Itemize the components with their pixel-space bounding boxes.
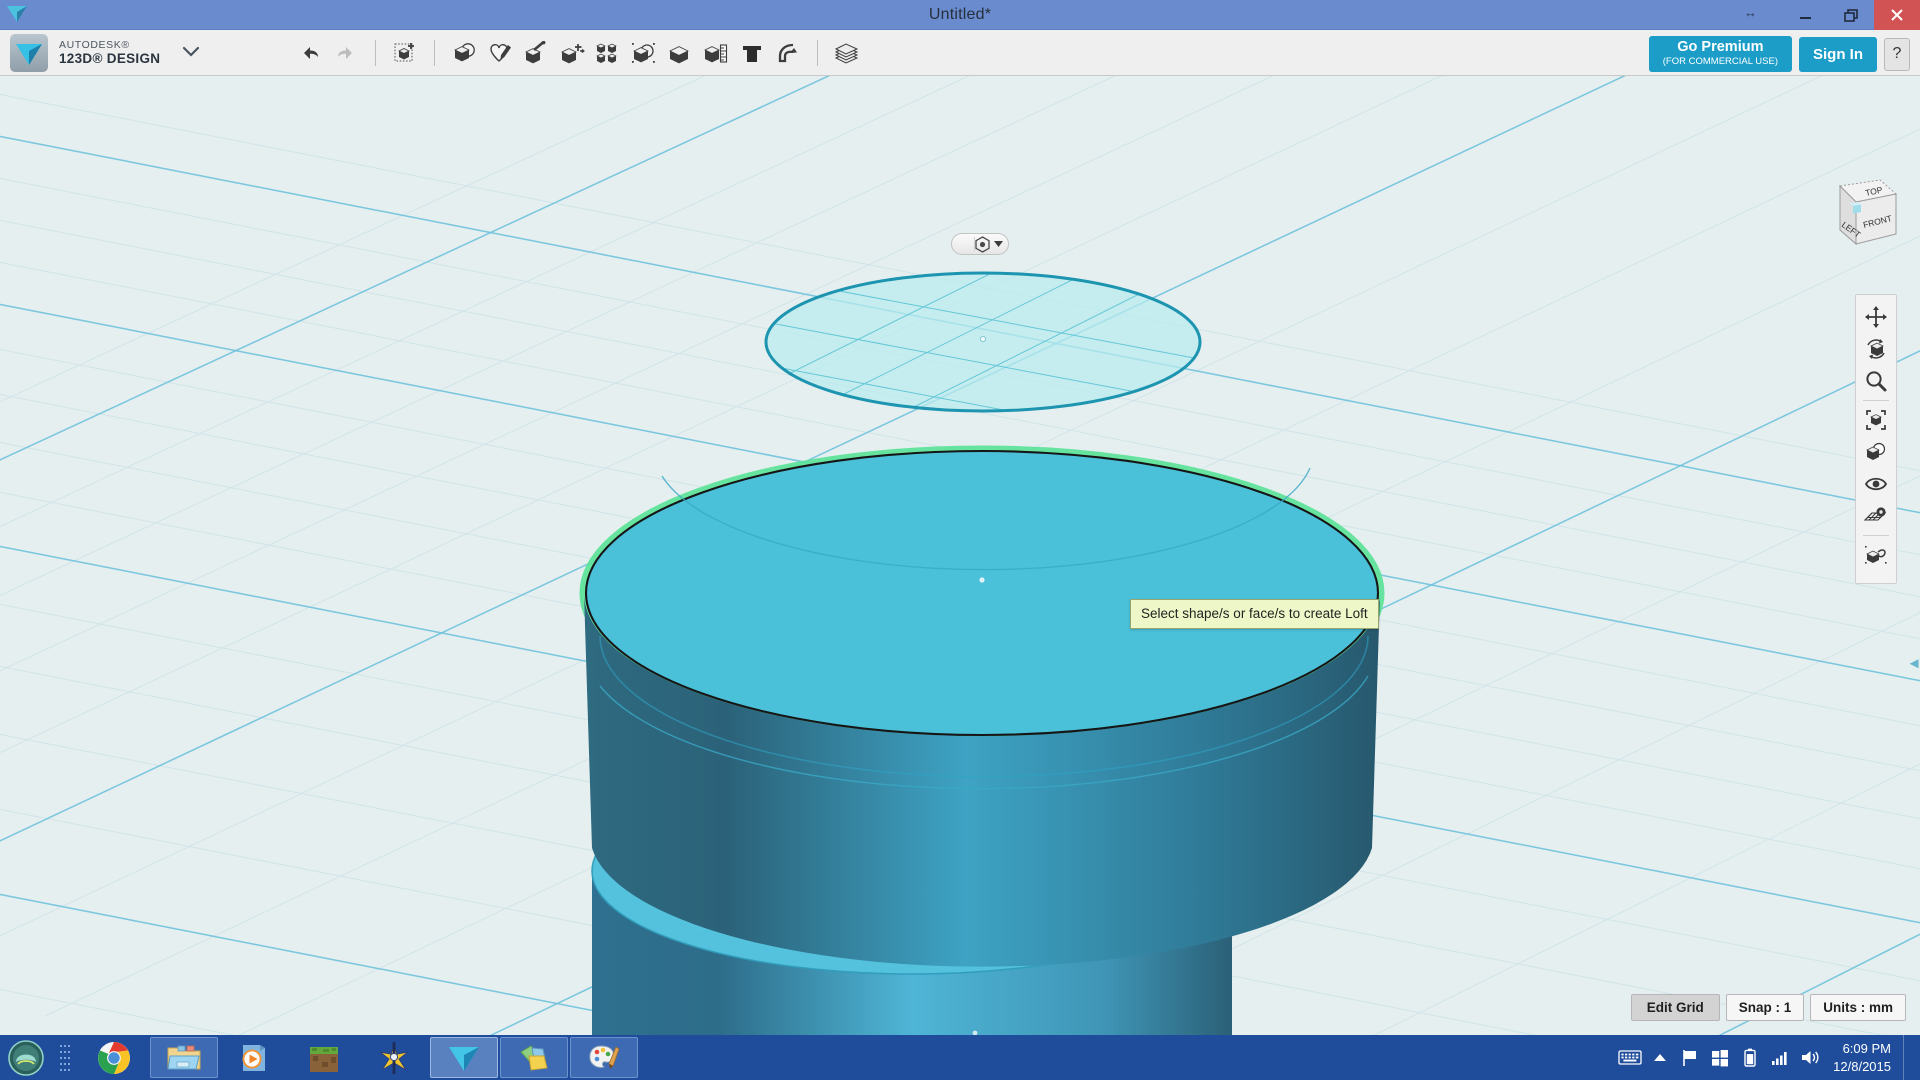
combine-button[interactable] [662, 36, 698, 70]
nav-divider [1863, 400, 1889, 401]
display-style-tool[interactable] [1859, 436, 1893, 468]
sign-in-button[interactable]: Sign In [1799, 36, 1877, 72]
chrome-icon [98, 1041, 130, 1074]
grid-display-tool[interactable] [1859, 500, 1893, 532]
taskbar-items [80, 1035, 640, 1080]
tool-buttons [292, 36, 865, 70]
sketch-button[interactable] [482, 36, 518, 70]
toolbar-divider [817, 39, 819, 66]
snap-value[interactable]: Snap : 1 [1725, 994, 1805, 1021]
minecraft-icon [310, 1046, 338, 1072]
camera-icon [975, 235, 990, 253]
units-value[interactable]: Units : mm [1810, 994, 1906, 1021]
windows-icon[interactable] [1705, 1035, 1735, 1080]
window-title-bar: Untitled* ↔ [0, 0, 1920, 30]
resize-arrows-icon: ↔ [1744, 5, 1757, 20]
toolbar-divider [434, 39, 436, 66]
action-center-icon[interactable] [1675, 1035, 1705, 1080]
system-tray: 6:09 PM 12/8/2015 [1615, 1035, 1920, 1080]
start-orb-icon [8, 1039, 44, 1076]
go-premium-button[interactable]: Go Premium (FOR COMMERCIAL USE) [1648, 36, 1792, 73]
visibility-tool[interactable] [1859, 468, 1893, 500]
orbit-tool[interactable] [1859, 333, 1893, 365]
modify-button[interactable] [554, 36, 590, 70]
dots-handle-icon [60, 1044, 70, 1071]
autodesk-123d-logo-icon [10, 33, 48, 72]
grouping-button[interactable] [626, 36, 662, 70]
panel-collapse-handle[interactable]: ◄ [1907, 646, 1920, 680]
help-button[interactable]: ? [1884, 37, 1910, 71]
construct-button[interactable] [518, 36, 554, 70]
material-button[interactable] [829, 36, 865, 70]
nav-divider [1863, 535, 1889, 536]
primitives-button[interactable] [446, 36, 482, 70]
taskbar-file-explorer[interactable] [150, 1037, 218, 1078]
undo-button[interactable] [292, 36, 328, 70]
go-premium-sublabel: (FOR COMMERCIAL USE) [1662, 55, 1778, 67]
snap-button[interactable] [770, 36, 806, 70]
taskbar-minecraft[interactable] [290, 1037, 358, 1078]
taskbar-game[interactable] [360, 1037, 428, 1078]
start-button[interactable] [0, 1035, 52, 1080]
taskbar-sticky-notes[interactable] [500, 1037, 568, 1078]
grid-controls: Edit Grid Snap : 1 Units : mm [1630, 994, 1906, 1021]
show-hidden-icons[interactable] [1645, 1035, 1675, 1080]
view-navigation-toolbar [1855, 294, 1897, 584]
main-toolbar: AUTODESK® 123D® DESIGN Go Premium (FOR C… [0, 30, 1920, 76]
sticky-notes-icon [520, 1044, 548, 1071]
touch-keyboard-icon[interactable] [1615, 1035, 1645, 1080]
brand-line-product: 123D® DESIGN [59, 50, 161, 66]
redo-button[interactable] [328, 36, 364, 70]
app-logo-icon [7, 6, 27, 22]
go-premium-label: Go Premium [1677, 39, 1764, 55]
gizmo-divider [974, 237, 975, 251]
chevron-down-icon[interactable] [182, 45, 200, 60]
show-desktop-button[interactable] [1903, 1035, 1912, 1080]
clock-date: 12/8/2015 [1833, 1058, 1891, 1074]
loft-tooltip: Select shape/s or face/s to create Loft [1130, 599, 1379, 629]
clock[interactable]: 6:09 PM 12/8/2015 [1825, 1040, 1903, 1075]
account-actions: Go Premium (FOR COMMERCIAL USE) Sign In … [1648, 36, 1910, 73]
windows-taskbar: 6:09 PM 12/8/2015 [0, 1035, 1920, 1080]
camera-gizmo[interactable] [951, 233, 1009, 255]
zoom-tool[interactable] [1859, 365, 1893, 397]
123d-design-icon [449, 1046, 479, 1071]
quick-launch-handle[interactable] [52, 1035, 80, 1080]
loft-candidate-face [579, 445, 1385, 967]
3d-viewport[interactable]: TOP LEFT FRONT ◄ Select shape/s or face/… [0, 76, 1920, 1035]
minimize-button[interactable] [1782, 0, 1828, 30]
window-title: Untitled* [928, 5, 992, 23]
restore-button[interactable] [1828, 0, 1874, 30]
media-player-icon [242, 1044, 265, 1071]
edit-grid-button[interactable]: Edit Grid [1630, 994, 1720, 1021]
window-controls [1782, 0, 1920, 30]
brand-text: AUTODESK® 123D® DESIGN [59, 39, 160, 67]
taskbar-chrome[interactable] [80, 1037, 148, 1078]
measure-button[interactable] [698, 36, 734, 70]
text-button[interactable] [734, 36, 770, 70]
battery-icon[interactable] [1735, 1035, 1765, 1080]
paint-icon [589, 1044, 620, 1069]
taskbar-123d-design[interactable] [430, 1037, 498, 1078]
toolbar-divider [375, 39, 377, 66]
clock-time: 6:09 PM [1842, 1040, 1891, 1056]
volume-icon[interactable] [1795, 1035, 1825, 1080]
snap-settings-tool[interactable] [1859, 539, 1893, 571]
taskbar-media-player[interactable] [220, 1037, 288, 1078]
pan-tool[interactable] [1859, 301, 1893, 333]
fit-tool[interactable] [1859, 404, 1893, 436]
taskbar-paint[interactable] [570, 1037, 638, 1078]
file-explorer-icon [167, 1045, 201, 1069]
view-cube[interactable]: TOP LEFT FRONT [1808, 176, 1904, 254]
network-icon[interactable] [1765, 1035, 1795, 1080]
brand-block: AUTODESK® 123D® DESIGN [0, 33, 200, 72]
chevron-down-icon[interactable] [994, 240, 1003, 248]
brand-line-autodesk: AUTODESK® [59, 38, 130, 51]
game-icon [379, 1041, 409, 1074]
transform-button[interactable] [387, 36, 423, 70]
close-button[interactable] [1874, 0, 1920, 30]
scene-canvas [0, 76, 1920, 1035]
pattern-button[interactable] [590, 36, 626, 70]
